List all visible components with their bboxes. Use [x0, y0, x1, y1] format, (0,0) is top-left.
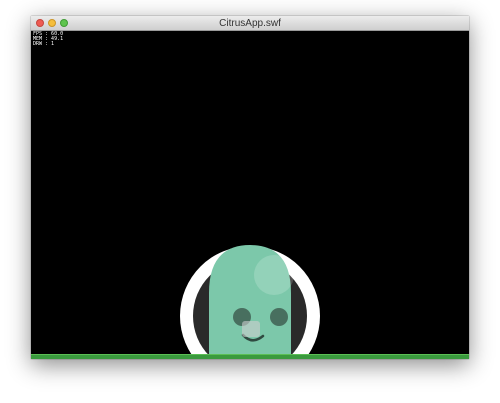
title-bar[interactable]: CitrusApp.swf	[31, 16, 469, 31]
hero-character	[180, 245, 320, 359]
hero-highlight	[254, 255, 294, 295]
app-window: CitrusApp.swf FPS : 60.0 MEM : 49.1 DRW …	[31, 16, 469, 359]
hero-right-eye	[270, 308, 288, 326]
window-title: CitrusApp.swf	[219, 18, 281, 29]
hero-tag	[242, 321, 260, 337]
ground-platform	[31, 354, 469, 359]
game-stage[interactable]: FPS : 60.0 MEM : 49.1 DRW : 1	[31, 31, 469, 359]
